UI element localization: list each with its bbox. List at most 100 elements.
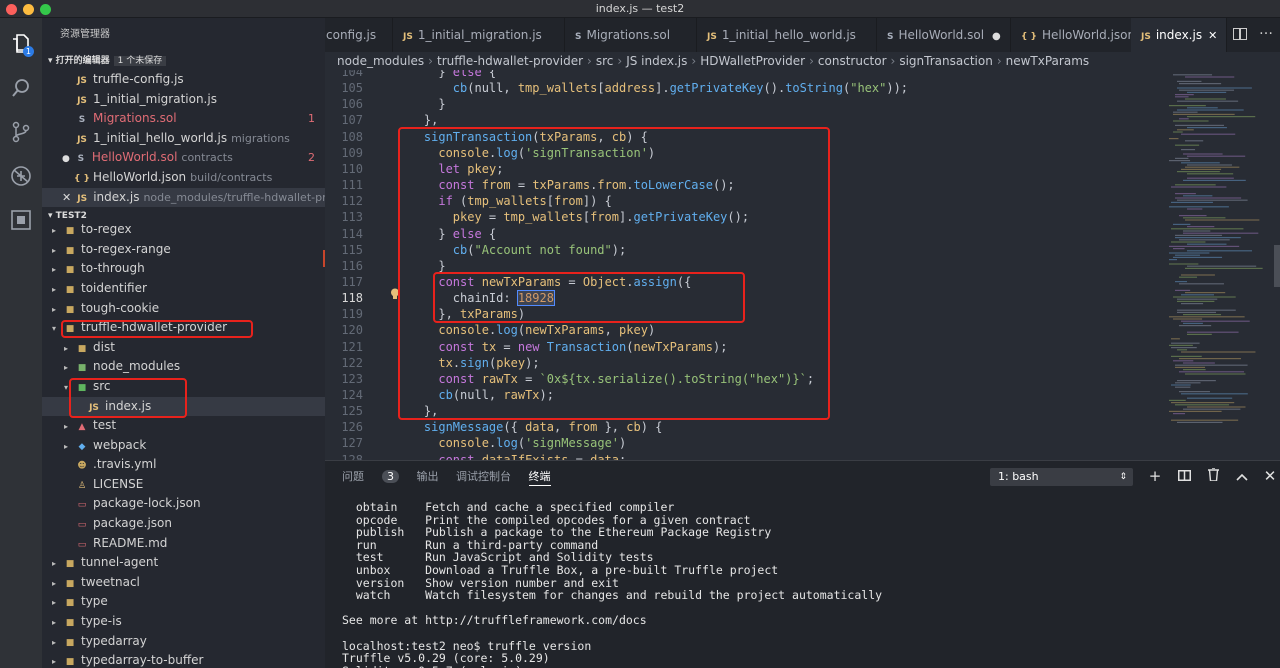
minimap-line <box>1169 344 1193 346</box>
tab-output[interactable]: 输出 <box>417 470 439 483</box>
minimap-line <box>1175 234 1222 236</box>
tab-initial-hello-world[interactable]: JS 1_initial_hello_world.js <box>697 18 877 52</box>
close-icon[interactable]: ✕ <box>62 191 71 204</box>
code-line[interactable]: }, <box>395 113 438 127</box>
unsaved-dot-icon[interactable]: ● <box>992 31 1001 42</box>
maximize-panel-icon[interactable] <box>1233 467 1251 485</box>
file-path: build/contracts <box>190 170 273 184</box>
source-control-icon[interactable] <box>7 118 35 146</box>
new-terminal-icon[interactable]: + <box>1146 467 1164 485</box>
tree-item[interactable]: ▸ ■ to-through <box>42 259 325 279</box>
chevron-updown-icon: ⇕ <box>1119 472 1127 482</box>
tree-item[interactable]: ▸ ■ tunnel-agent <box>42 553 325 573</box>
tree-item[interactable]: ▸ ■ node_modules <box>42 357 325 377</box>
breadcrumb-item[interactable]: JS index.js <box>626 54 687 68</box>
open-editor-item[interactable]: { } HelloWorld.json build/contracts <box>42 168 325 188</box>
line-number: 110 <box>341 161 363 176</box>
breadcrumb-item[interactable]: signTransaction <box>899 54 992 68</box>
code-line[interactable]: cb(null, tmp_wallets[address].getPrivate… <box>395 81 908 95</box>
code-editor[interactable]: 104 } else {105 cb(null, tmp_wallets[add… <box>325 70 1280 460</box>
minimap-line <box>1183 362 1215 364</box>
minimap-line <box>1179 391 1210 393</box>
scrollbar-thumb[interactable] <box>1274 245 1280 287</box>
minimap-line <box>1181 294 1215 296</box>
split-editor-icon[interactable] <box>1233 28 1247 40</box>
unsaved-dot-icon[interactable]: ● <box>62 154 70 164</box>
terminal-select[interactable]: 1: bash ⇕ <box>990 468 1133 486</box>
tree-item[interactable]: ▭ README.md <box>42 534 325 554</box>
tab-label: HelloWorld.sol <box>898 28 985 42</box>
trash-icon[interactable] <box>1204 467 1222 485</box>
tree-item[interactable]: ▸ ■ typedarray <box>42 632 325 652</box>
files-icon[interactable]: 1 <box>7 30 35 58</box>
file-name: HelloWorld.sol <box>91 150 178 165</box>
minimap-line <box>1169 245 1240 247</box>
breadcrumb-item[interactable]: src <box>596 54 614 68</box>
solidity-file-icon: S <box>575 32 582 42</box>
tree-item[interactable]: ▸ ■ typedarray-to-buffer <box>42 651 325 668</box>
code-line[interactable]: signMessage({ data, from }, cb) { <box>395 420 662 434</box>
file-path: node_modules/truffle-hdwallet-pro... <box>143 190 325 204</box>
minimap-line <box>1177 199 1248 201</box>
chevron-right-icon: › <box>809 54 814 68</box>
tab-index-js[interactable]: JS index.js ✕ <box>1131 18 1227 52</box>
close-icon[interactable]: ✕ <box>1208 29 1217 42</box>
tab-helloworld-sol[interactable]: S HelloWorld.sol ● <box>877 18 1011 52</box>
tree-item[interactable]: ▸ ■ to-regex <box>42 220 325 240</box>
tree-item-label: type-is <box>81 614 122 629</box>
code-line[interactable]: console.log('signMessage') <box>395 436 626 450</box>
tab-helloworld-json[interactable]: { } HelloWorld.json <box>1011 18 1141 52</box>
open-editor-item[interactable]: ● S HelloWorld.sol contracts 2 <box>42 148 325 168</box>
chevron-down-icon: ▾ <box>48 56 56 66</box>
search-icon[interactable] <box>7 74 35 102</box>
code-line[interactable]: } else { <box>395 70 496 79</box>
minimap-line <box>1187 265 1257 267</box>
open-editor-item[interactable]: JS 1_initial_hello_world.js migrations <box>42 129 325 149</box>
open-editors-section[interactable]: ▾ 打开的编辑器 1 个未保存 <box>42 52 325 70</box>
tree-item[interactable]: ▭ package-lock.json <box>42 494 325 514</box>
tab-terminal[interactable]: 终端 <box>528 470 551 486</box>
tree-item[interactable]: ♙ LICENSE <box>42 475 325 495</box>
tab-problems[interactable]: 问题 3 <box>342 470 399 483</box>
terminal-output[interactable]: obtain Fetch and cache a specified compi… <box>342 501 882 668</box>
minimap-line <box>1187 173 1234 175</box>
tab-config[interactable]: config.js <box>325 18 393 52</box>
open-editor-item[interactable]: S Migrations.sol 1 <box>42 109 325 129</box>
breadcrumb-item[interactable]: newTxParams <box>1006 54 1090 68</box>
tab-debug-console[interactable]: 调试控制台 <box>456 470 511 483</box>
code-line[interactable]: } <box>395 97 445 111</box>
minimap-line <box>1181 274 1215 276</box>
breadcrumb: node_modules › truffle-hdwallet-provider › s… <box>325 52 1280 70</box>
tab-initial-migration[interactable]: JS 1_initial_migration.js <box>393 18 565 52</box>
open-editor-item[interactable]: JS truffle-config.js <box>42 70 325 90</box>
minimap[interactable] <box>1163 70 1273 460</box>
breadcrumb-item[interactable]: constructor <box>818 54 887 68</box>
tree-item[interactable]: ▸ ■ type <box>42 592 325 612</box>
tree-item[interactable]: ▸ ■ tweetnacl <box>42 573 325 593</box>
breadcrumb-item[interactable]: node_modules <box>337 54 424 68</box>
more-actions-icon[interactable]: … <box>1259 22 1273 38</box>
tree-item[interactable]: ▸ ◆ webpack <box>42 436 325 456</box>
tree-item[interactable]: ▭ package.json <box>42 514 325 534</box>
tree-item[interactable]: ☻ .travis.yml <box>42 455 325 475</box>
tree-item[interactable]: ▸ ■ dist <box>42 338 325 358</box>
breadcrumb-item[interactable]: HDWalletProvider <box>700 54 805 68</box>
split-terminal-icon[interactable] <box>1175 467 1193 485</box>
tree-item[interactable]: ▸ ■ tough-cookie <box>42 299 325 319</box>
tab-migrations-sol[interactable]: S Migrations.sol <box>565 18 697 52</box>
close-panel-icon[interactable]: ✕ <box>1261 467 1279 485</box>
extensions-icon[interactable] <box>7 206 35 234</box>
debug-icon[interactable] <box>7 162 35 190</box>
tree-item[interactable]: ▸ ■ to-regex-range <box>42 240 325 260</box>
tree-item-label: typedarray-to-buffer <box>81 653 204 668</box>
activity-bar: 1 <box>0 18 42 668</box>
open-editor-item[interactable]: JS 1_initial_migration.js <box>42 90 325 110</box>
tree-item[interactable]: ▸ ■ type-is <box>42 612 325 632</box>
breadcrumb-item[interactable]: truffle-hdwallet-provider <box>437 54 583 68</box>
open-editor-item-active[interactable]: ✕ JS index.js node_modules/truffle-hdwallet… <box>42 187 325 208</box>
tree-item-label: tough-cookie <box>81 300 160 315</box>
code-line[interactable]: const dataIfExists = data; <box>395 453 626 460</box>
tree-item[interactable]: ▸ ■ toidentifier <box>42 279 325 299</box>
tree-item[interactable]: ▸ ▲ test <box>42 416 325 436</box>
minimap-line <box>1169 263 1199 265</box>
